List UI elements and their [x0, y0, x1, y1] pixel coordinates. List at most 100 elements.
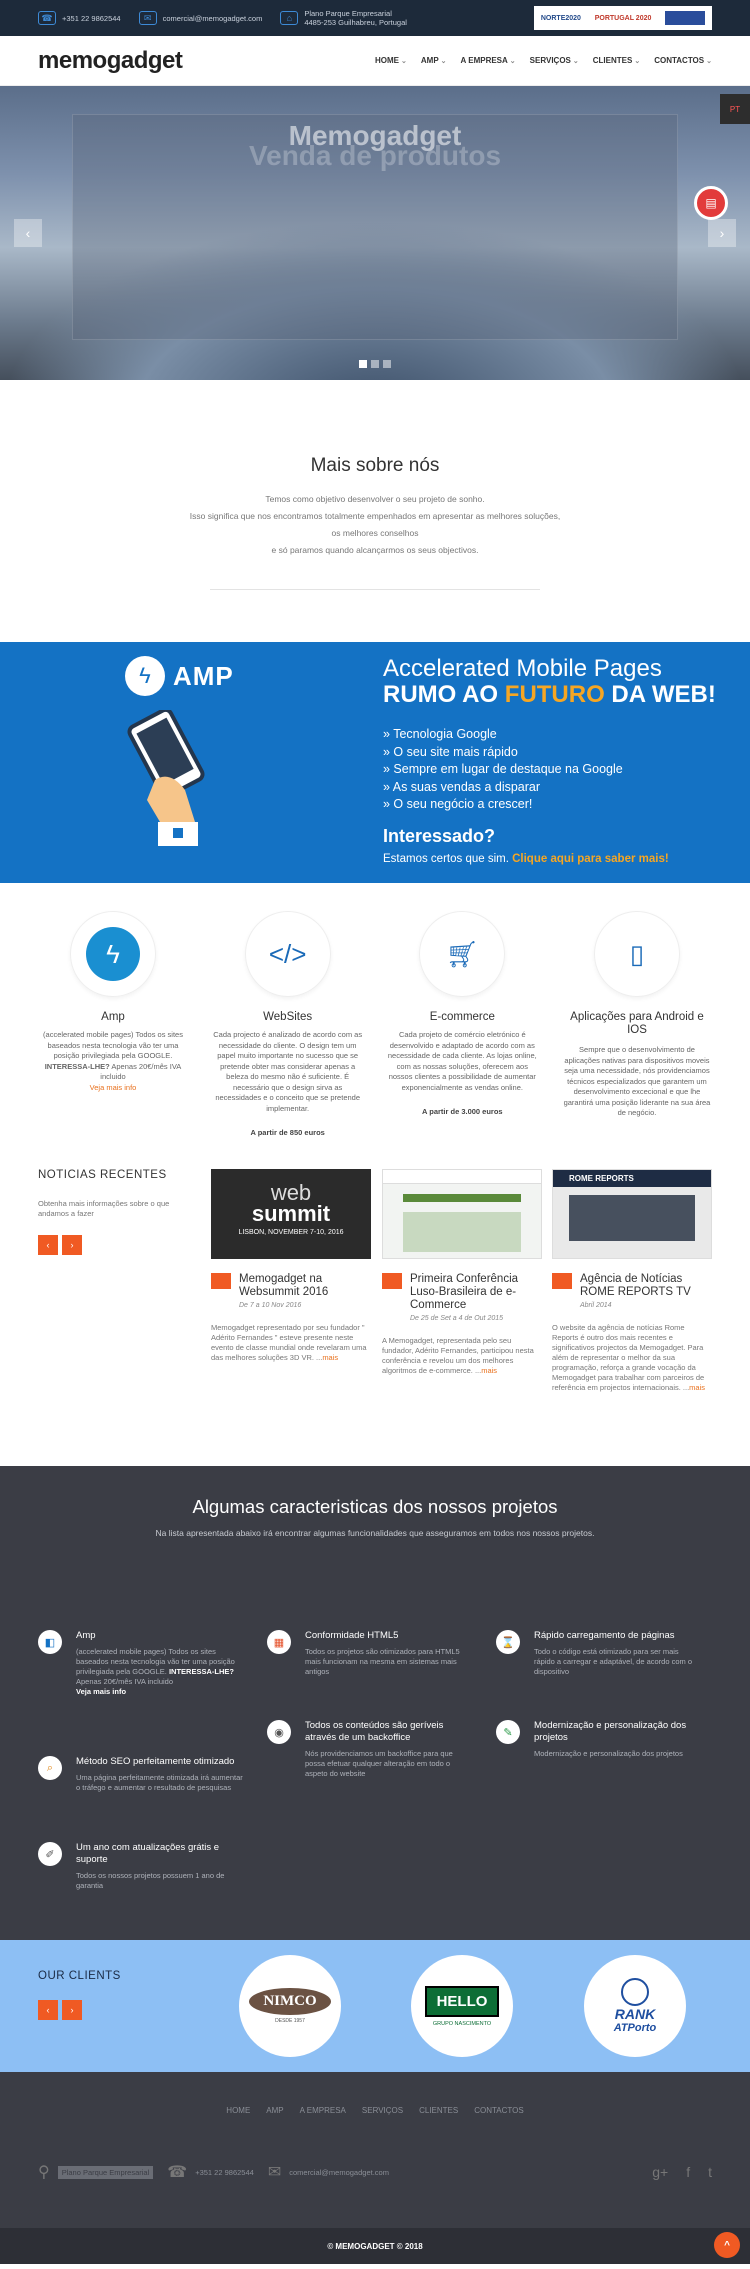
hero-slider: Memogadget Venda de produtos ‹ › PT ▤	[0, 86, 750, 380]
news-image[interactable]: web summit LISBON, NOVEMBER 7-10, 2016	[211, 1169, 371, 1259]
top-bar: ☎ +351 22 9862544 ✉ comercial@memogadget…	[0, 0, 750, 36]
amp-icon: ◧	[38, 1630, 62, 1654]
feature-title: Rápido carregamento de páginas	[534, 1630, 675, 1641]
amp-benefits: » Tecnologia Google » O seu site mais rá…	[383, 726, 716, 814]
footer-link[interactable]: AMP	[266, 2106, 283, 2115]
slider-dot[interactable]	[383, 360, 391, 368]
clients-next-button[interactable]: ›	[62, 2000, 82, 2020]
feature-link[interactable]: Veja mais info	[76, 1687, 126, 1696]
footer-link[interactable]: SERVIÇOS	[362, 2106, 403, 2115]
news-card-title[interactable]: Agência de Notícias ROME REPORTS TV	[580, 1273, 712, 1299]
feature-item: ✎ Modernização e personalização dos proj…	[496, 1720, 701, 1759]
feature-item: ◉ Todos os conteúdos são geríveis atravé…	[267, 1720, 472, 1779]
slider-prev-button[interactable]: ‹	[14, 219, 42, 247]
news-section: NOTICIAS RECENTES Obtenha mais informaçõ…	[0, 1169, 750, 1466]
service-card: ϟ Amp (accelerated mobile pages) Todos o…	[38, 911, 188, 1169]
footer-email[interactable]: comercial@memogadget.com	[289, 2168, 389, 2177]
feature-item: ⌕ Método SEO perfeitamente otimizado Uma…	[38, 1756, 243, 1793]
service-more-link[interactable]: Veja mais info	[90, 1083, 137, 1092]
news-image[interactable]: ROME REPORTS	[552, 1169, 712, 1259]
slider-next-button[interactable]: ›	[708, 219, 736, 247]
nav-empresa[interactable]: A EMPRESA ⌄	[461, 56, 516, 65]
facebook-icon[interactable]: f	[686, 2164, 690, 2180]
slider-dots	[0, 360, 750, 368]
hand-phone-icon	[127, 710, 205, 846]
feature-text: Todos os projetos são otimizados para HT…	[305, 1647, 460, 1676]
slider-dot[interactable]	[371, 360, 379, 368]
news-excerpt: Memogadget representado por seu fundador…	[211, 1323, 367, 1362]
footer-contacts: ⚲ Plano Parque Empresarial ☎ +351 22 986…	[38, 2162, 712, 2182]
site-logo[interactable]: memogadget	[38, 47, 183, 75]
news-more-link[interactable]: mais	[322, 1353, 338, 1362]
site-footer: HOME AMP A EMPRESA SERVIÇOS CLIENTES CON…	[0, 2072, 750, 2228]
nav-contactos[interactable]: CONTACTOS ⌄	[654, 56, 712, 65]
footer-nav: HOME AMP A EMPRESA SERVIÇOS CLIENTES CON…	[0, 2106, 750, 2115]
news-image[interactable]	[382, 1169, 542, 1259]
features-subtitle: Na lista apresentada abaixo irá encontra…	[155, 1528, 595, 1538]
feature-title: Um ano com atualizações grátis e suporte	[76, 1842, 220, 1865]
news-prev-button[interactable]: ‹	[38, 1235, 58, 1255]
feature-text: Uma página perfeitamente otimizada irá a…	[76, 1773, 243, 1792]
feature-text: Todos os nossos projetos possuem 1 ano d…	[76, 1871, 225, 1890]
book-icon: ▤	[705, 196, 717, 210]
feature-title: Amp	[76, 1630, 96, 1641]
news-card-title[interactable]: Memogadget na Websummit 2016	[239, 1273, 371, 1299]
news-card[interactable]: ROME REPORTS Agência de Notícias ROME RE…	[552, 1169, 712, 1393]
news-card[interactable]: web summit LISBON, NOVEMBER 7-10, 2016 M…	[211, 1169, 371, 1363]
phone-icon: ☎	[167, 2164, 188, 2181]
clients-section: OUR CLIENTS ‹ › NIMCO DESDE 1957 HELLO G…	[0, 1940, 750, 2072]
footer-link[interactable]: CLIENTES	[419, 2106, 458, 2115]
google-plus-icon[interactable]: g+	[652, 2164, 668, 2180]
features-title: Algumas caracteristicas dos nossos proje…	[192, 1496, 558, 1517]
slider-dot[interactable]	[359, 360, 367, 368]
footer-link[interactable]: A EMPRESA	[300, 2106, 346, 2115]
language-switch[interactable]: PT	[720, 94, 750, 124]
clients-prev-button[interactable]: ‹	[38, 2000, 58, 2020]
top-address: ⌂ Plano Parque Empresarial 4485-253 Guil…	[280, 9, 407, 27]
news-card-title[interactable]: Primeira Conferência Luso-Brasileira de …	[410, 1273, 542, 1312]
camera-icon: ◉	[267, 1720, 291, 1744]
divider	[210, 589, 540, 590]
copyright-bar: © MEMOGADGET © 2018 ^	[0, 2228, 750, 2264]
top-phone-text: +351 22 9862544	[62, 13, 121, 23]
address-line-1: Plano Parque Empresarial	[304, 9, 392, 18]
nav-amp[interactable]: AMP ⌄	[421, 56, 447, 65]
amp-logo: ϟ AMP	[125, 656, 234, 696]
top-phone[interactable]: ☎ +351 22 9862544	[38, 11, 121, 25]
back-to-top-button[interactable]: ^	[714, 2232, 740, 2258]
edit-icon: ✐	[38, 1842, 62, 1866]
amp-cta-link[interactable]: Clique aqui para saber mais!	[512, 853, 669, 865]
news-next-button[interactable]: ›	[62, 1235, 82, 1255]
news-more-link[interactable]: mais	[689, 1383, 705, 1392]
envelope-icon: ✉	[267, 2164, 282, 2181]
nav-servicos[interactable]: SERVIÇOS ⌄	[530, 56, 579, 65]
about-line: e só paramos quando alcançarmos os seus …	[271, 545, 479, 555]
footer-link[interactable]: HOME	[226, 2106, 250, 2115]
address-line-2: 4485-253 Guilhabreu, Portugal	[304, 18, 407, 27]
amp-benefit: » O seu site mais rápido	[383, 744, 518, 759]
tools-icon: ✎	[496, 1720, 520, 1744]
top-email[interactable]: ✉ comercial@memogadget.com	[138, 11, 262, 25]
client-logo[interactable]: RANK ATPorto	[584, 1955, 686, 2057]
service-card: 🛒︎ E-commerce Cada projeto de comércio e…	[387, 911, 537, 1169]
footer-link[interactable]: CONTACTOS	[474, 2106, 523, 2115]
code-icon: </>	[268, 938, 307, 969]
hero-subtitle: Venda de produtos	[248, 140, 502, 171]
client-logo[interactable]: NIMCO DESDE 1957	[239, 1955, 341, 2057]
news-more-link[interactable]: mais	[481, 1366, 497, 1375]
twitter-icon[interactable]: t	[708, 2164, 712, 2180]
nav-home[interactable]: HOME ⌄	[375, 56, 407, 65]
about-line: Isso significa que nos encontramos total…	[189, 511, 561, 521]
service-text: Sempre que o desenvolvimento de aplicaçõ…	[563, 1045, 711, 1117]
news-card[interactable]: Primeira Conferência Luso-Brasileira de …	[382, 1169, 542, 1376]
hourglass-icon: ⌛	[496, 1630, 520, 1654]
funding-banner[interactable]: NORTE2020 PORTUGAL 2020	[534, 6, 712, 30]
client-logo[interactable]: HELLO GRUPO NASCIMENTO	[411, 1955, 513, 2057]
amp-benefit: » Tecnologia Google	[383, 727, 497, 741]
nav-clientes[interactable]: CLIENTES ⌄	[593, 56, 640, 65]
brochure-button[interactable]: ▤	[694, 186, 728, 220]
envelope-icon: ✉	[138, 11, 157, 25]
service-card: </> WebSites Cada projecto é analizado d…	[213, 911, 363, 1169]
footer-phone[interactable]: +351 22 9862544	[195, 2168, 254, 2177]
news-icon	[211, 1273, 231, 1289]
